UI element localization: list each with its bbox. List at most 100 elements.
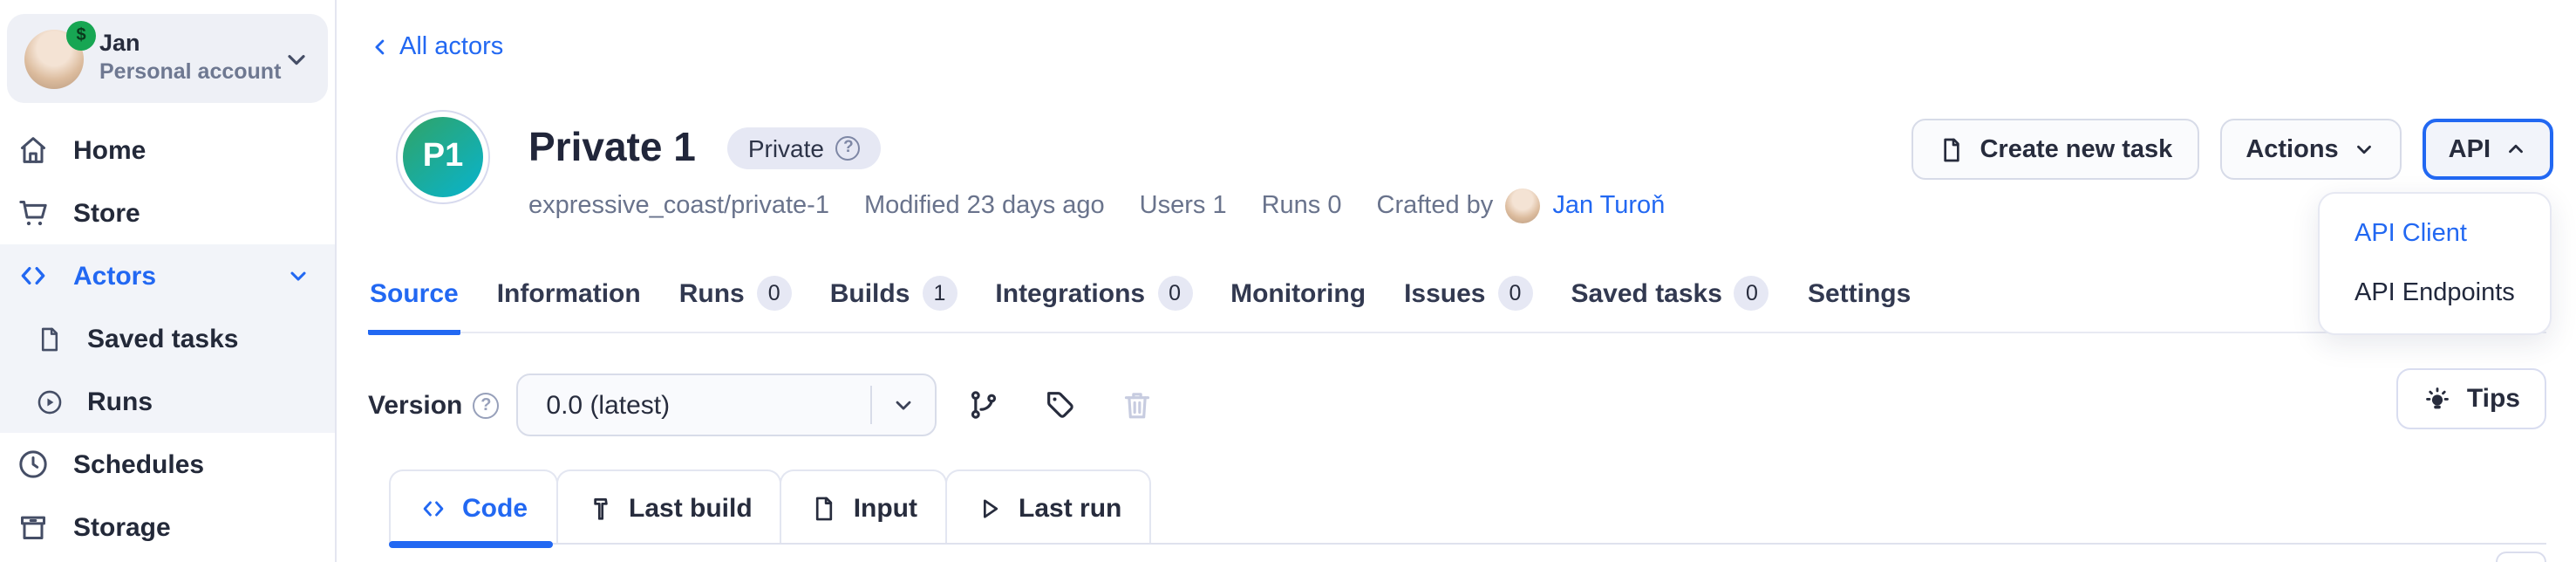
tab-information[interactable]: Information: [495, 276, 643, 335]
editor-panel-corner: [2496, 552, 2546, 562]
play-circle-icon: [35, 387, 65, 416]
subtab-code[interactable]: Code: [389, 469, 557, 545]
tab-count-badge: 0: [1734, 276, 1769, 311]
sidebar-item-label: Schedules: [73, 449, 204, 479]
subtab-last-run[interactable]: Last run: [945, 469, 1151, 545]
tab-label: Saved tasks: [1571, 278, 1721, 308]
sidebar-nav: Home Store Actors: [0, 119, 335, 559]
app-window: $ Jan Personal account Home Store: [0, 0, 2576, 562]
tab-count-badge: 0: [757, 276, 792, 311]
create-new-task-button[interactable]: Create new task: [1912, 119, 2198, 180]
version-label: Version ?: [368, 390, 499, 420]
account-switcher[interactable]: $ Jan Personal account: [7, 14, 328, 103]
create-new-task-label: Create new task: [1980, 135, 2172, 163]
breadcrumb-label: All actors: [399, 33, 503, 61]
subtab-label: Last build: [629, 493, 753, 523]
storage-box-icon: [16, 510, 51, 545]
version-actions: [966, 387, 1155, 422]
tab-integrations[interactable]: Integrations 0: [993, 276, 1194, 335]
tab-count-badge: 1: [922, 276, 957, 311]
users-count: Users 1: [1140, 192, 1227, 220]
actor-header-text: Private 1 Private ? expressive_coast/pri…: [528, 124, 1665, 223]
active-subtab-indicator: [389, 541, 553, 548]
sidebar-item-home[interactable]: Home: [0, 119, 335, 182]
tab-label: Builds: [830, 278, 910, 308]
actor-avatar-initials: P1: [403, 117, 483, 197]
document-icon: [1938, 135, 1966, 163]
tab-label: Monitoring: [1230, 278, 1366, 308]
sidebar-item-store[interactable]: Store: [0, 182, 335, 244]
tag-icon[interactable]: [1043, 387, 1078, 422]
help-circle-icon[interactable]: ?: [836, 135, 861, 160]
sidebar-item-schedules[interactable]: Schedules: [0, 433, 335, 496]
crafted-by: Crafted by Jan Turoň: [1377, 188, 1666, 223]
sidebar: $ Jan Personal account Home Store: [0, 0, 337, 562]
sidebar-item-storage[interactable]: Storage: [0, 496, 335, 559]
version-selected-value: 0.0 (latest): [518, 390, 870, 420]
tab-monitoring[interactable]: Monitoring: [1229, 276, 1367, 335]
subtab-input[interactable]: Input: [780, 469, 947, 545]
menu-item-api-client[interactable]: API Client: [2320, 204, 2550, 264]
clock-icon: [16, 447, 51, 482]
account-name: Jan: [99, 31, 281, 60]
version-select[interactable]: 0.0 (latest): [516, 374, 937, 436]
user-avatar: $: [24, 29, 84, 88]
chevron-down-icon: [286, 264, 310, 288]
tab-count-badge: 0: [1157, 276, 1192, 311]
code-brackets-icon: [419, 493, 448, 523]
chevron-left-icon: [368, 35, 392, 59]
document-icon: [810, 493, 840, 523]
actions-button[interactable]: Actions: [2219, 119, 2401, 180]
git-branch-icon[interactable]: [966, 387, 1001, 422]
chevron-up-icon: [2504, 138, 2527, 161]
tab-builds[interactable]: Builds 1: [828, 276, 959, 335]
store-cart-icon: [16, 195, 51, 230]
tips-button[interactable]: Tips: [2397, 368, 2546, 429]
tab-saved-tasks[interactable]: Saved tasks 0: [1569, 276, 1770, 335]
crafted-by-label: Crafted by: [1377, 192, 1494, 220]
author-avatar: [1505, 188, 1540, 223]
tab-source[interactable]: Source: [368, 276, 460, 335]
code-brackets-icon: [16, 258, 51, 293]
sidebar-item-saved-tasks[interactable]: Saved tasks: [0, 307, 335, 370]
sidebar-actors-group: Actors Saved tasks Runs: [0, 244, 335, 433]
lightbulb-icon: [2423, 384, 2453, 414]
menu-item-api-endpoints[interactable]: API Endpoints: [2320, 264, 2550, 323]
visibility-badge-label: Private: [748, 134, 824, 161]
tab-label: Information: [497, 278, 641, 308]
actions-label: Actions: [2245, 135, 2338, 163]
tab-label: Issues: [1404, 278, 1485, 308]
header-actions: Create new task Actions API: [1912, 119, 2553, 180]
author-link[interactable]: Jan Turoň: [1552, 192, 1665, 220]
visibility-badge: Private ?: [727, 127, 882, 168]
tab-settings[interactable]: Settings: [1806, 276, 1912, 335]
sidebar-item-label: Store: [73, 198, 140, 228]
sidebar-item-runs[interactable]: Runs: [0, 370, 335, 433]
chevron-down-icon: [872, 393, 935, 417]
sidebar-item-label: Runs: [87, 387, 153, 416]
tab-runs[interactable]: Runs 0: [678, 276, 794, 335]
subtab-label: Code: [462, 493, 528, 523]
subtab-label: Last run: [1019, 493, 1121, 523]
actor-meta-row: expressive_coast/private-1 Modified 23 d…: [528, 188, 1665, 223]
api-button[interactable]: API: [2423, 119, 2553, 180]
help-circle-icon[interactable]: ?: [473, 392, 499, 418]
sidebar-item-label: Actors: [73, 261, 156, 291]
tab-issues[interactable]: Issues 0: [1402, 276, 1534, 335]
delete-trash-icon[interactable]: [1120, 387, 1155, 422]
chevron-down-icon: [283, 45, 310, 72]
tab-label: Integrations: [995, 278, 1145, 308]
source-subtabs-row: Code Last build Input: [389, 469, 2546, 545]
subtab-last-build[interactable]: Last build: [555, 469, 782, 545]
sidebar-item-actors[interactable]: Actors: [0, 244, 335, 307]
actor-tabs: Source Information Runs 0 Builds 1 Integ…: [368, 276, 2546, 333]
breadcrumb-back-link[interactable]: All actors: [368, 33, 503, 61]
play-icon: [975, 493, 1005, 523]
tab-count-badge: 0: [1497, 276, 1532, 311]
chevron-down-icon: [2353, 138, 2375, 161]
document-icon: [35, 324, 65, 353]
account-type: Personal account: [99, 59, 281, 86]
build-hammer-icon: [585, 493, 615, 523]
sidebar-item-label: Storage: [73, 512, 171, 542]
api-label: API: [2449, 135, 2491, 163]
